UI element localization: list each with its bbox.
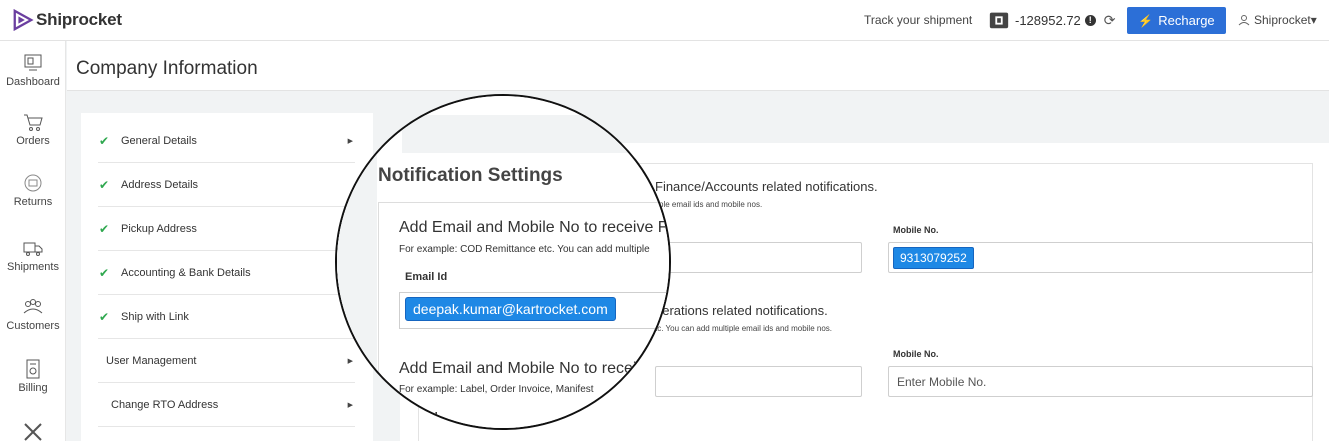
shiprocket-logo-icon xyxy=(13,9,34,31)
truck-icon xyxy=(23,242,43,256)
user-menu-label: Shiprocket▾ xyxy=(1254,13,1317,27)
top-bar: Shiprocket Track your shipment -128952.7… xyxy=(0,0,1329,41)
menu-label: Ship with Link xyxy=(121,310,189,323)
email-id-label: Email Id xyxy=(405,271,448,283)
billing-icon xyxy=(26,359,40,379)
dashboard-icon xyxy=(24,54,42,71)
logo[interactable]: Shiprocket xyxy=(12,9,122,31)
menu-label: Pickup Address xyxy=(121,222,197,235)
user-menu[interactable]: Shiprocket▾ xyxy=(1238,13,1317,27)
user-icon xyxy=(1238,15,1250,26)
finance-subtext: tiple email ids and mobile nos. xyxy=(655,200,763,209)
check-icon: ✔ xyxy=(99,221,110,236)
page-title: Company Information xyxy=(76,58,258,79)
check-icon: ✔ xyxy=(99,133,110,148)
finance-mobile-label: Mobile No. xyxy=(893,225,939,235)
operations-subtext: tc. You can add multiple email ids and m… xyxy=(655,324,832,333)
menu-pickup-address[interactable]: ✔ Pickup Address xyxy=(98,207,355,251)
lens-label-heading: Add Email and Mobile No to receiv xyxy=(399,360,645,377)
returns-icon xyxy=(24,174,42,192)
mobile-chip[interactable]: 9313079252 xyxy=(893,247,974,269)
recharge-label: Recharge xyxy=(1158,13,1215,28)
menu-label: Accounting & Bank Details xyxy=(121,266,251,279)
wallet-balance[interactable]: -128952.72 ! ⟳ xyxy=(988,9,1116,31)
tools-icon xyxy=(24,423,42,441)
menu-label: General Details xyxy=(121,134,197,147)
operations-mobile-input[interactable]: Enter Mobile No. xyxy=(888,366,1313,397)
finance-heading: Finance/Accounts related notifications. xyxy=(655,179,878,194)
nav-label: Returns xyxy=(13,196,53,208)
lens-email-label-partial: d xyxy=(431,411,438,423)
operations-heading: perations related notifications. xyxy=(655,303,828,318)
settings-menu: ✔ General Details ▶ ✔ Address Details ✔ … xyxy=(81,113,373,441)
lens-finance-subtext: For example: COD Remittance etc. You can… xyxy=(399,244,650,255)
magnifier-lens: Notification Settings Add Email and Mobi… xyxy=(335,94,671,430)
menu-ship-with-link[interactable]: ✔ Ship with Link xyxy=(98,295,355,339)
nav-label: Dashboard xyxy=(6,76,60,88)
nav-label: Customers xyxy=(6,320,60,332)
nav-tools[interactable] xyxy=(0,421,66,441)
nav-label: Shipments xyxy=(7,261,59,273)
menu-address-details[interactable]: ✔ Address Details xyxy=(98,163,355,207)
lightning-icon: ⚡ xyxy=(1138,13,1154,28)
nav-billing[interactable]: Billing xyxy=(0,359,66,394)
customers-icon xyxy=(23,299,43,314)
menu-label: Change RTO Address xyxy=(111,398,219,411)
info-icon[interactable]: ! xyxy=(1084,14,1096,26)
brand-name: Shiprocket xyxy=(36,10,122,29)
notification-settings-title: Notification Settings xyxy=(378,165,563,186)
lens-top-strip xyxy=(402,115,669,153)
refresh-icon[interactable]: ⟳ xyxy=(1104,12,1116,29)
page-header: Company Information xyxy=(67,41,1329,91)
mobile-placeholder: Enter Mobile No. xyxy=(897,375,987,389)
nav-label: Billing xyxy=(18,382,48,394)
finance-mobile-input[interactable]: 9313079252 xyxy=(888,242,1313,273)
menu-label: Address Details xyxy=(121,178,199,191)
lens-label-subtext: For example: Label, Order Invoice, Manif… xyxy=(399,384,594,395)
lens-content: Notification Settings Add Email and Mobi… xyxy=(337,96,671,428)
wallet-icon xyxy=(989,12,1009,29)
operations-mobile-label: Mobile No. xyxy=(893,349,939,359)
menu-accounting-bank[interactable]: ✔ Accounting & Bank Details xyxy=(98,251,355,295)
nav-label: Orders xyxy=(16,135,50,147)
track-shipment-link[interactable]: Track your shipment xyxy=(864,13,972,27)
check-icon: ✔ xyxy=(99,177,110,192)
email-chip[interactable]: deepak.kumar@kartrocket.com xyxy=(405,297,616,321)
nav-dashboard[interactable]: Dashboard xyxy=(0,53,66,88)
menu-user-management[interactable]: User Management ▶ xyxy=(98,339,355,383)
operations-email-input-tail[interactable] xyxy=(655,366,862,397)
nav-returns[interactable]: Returns xyxy=(0,173,66,208)
check-icon: ✔ xyxy=(99,309,110,324)
nav-shipments[interactable]: Shipments xyxy=(0,238,66,273)
menu-change-rto-address[interactable]: Change RTO Address ▶ xyxy=(98,383,355,427)
nav-customers[interactable]: Customers xyxy=(0,297,66,332)
menu-general-details[interactable]: ✔ General Details ▶ xyxy=(98,119,355,163)
nav-orders[interactable]: Orders xyxy=(0,112,66,147)
left-nav: Dashboard Orders Returns Shipments Custo… xyxy=(0,41,66,441)
recharge-button[interactable]: ⚡ Recharge xyxy=(1127,7,1226,34)
cart-icon xyxy=(24,114,43,131)
lens-finance-heading: Add Email and Mobile No to receive Fin xyxy=(399,219,671,236)
finance-email-input-tail[interactable] xyxy=(655,242,862,273)
balance-amount: -128952.72 xyxy=(1015,12,1081,28)
lens-left-strip xyxy=(337,115,377,428)
check-icon: ✔ xyxy=(99,265,110,280)
menu-label: User Management xyxy=(106,354,197,367)
